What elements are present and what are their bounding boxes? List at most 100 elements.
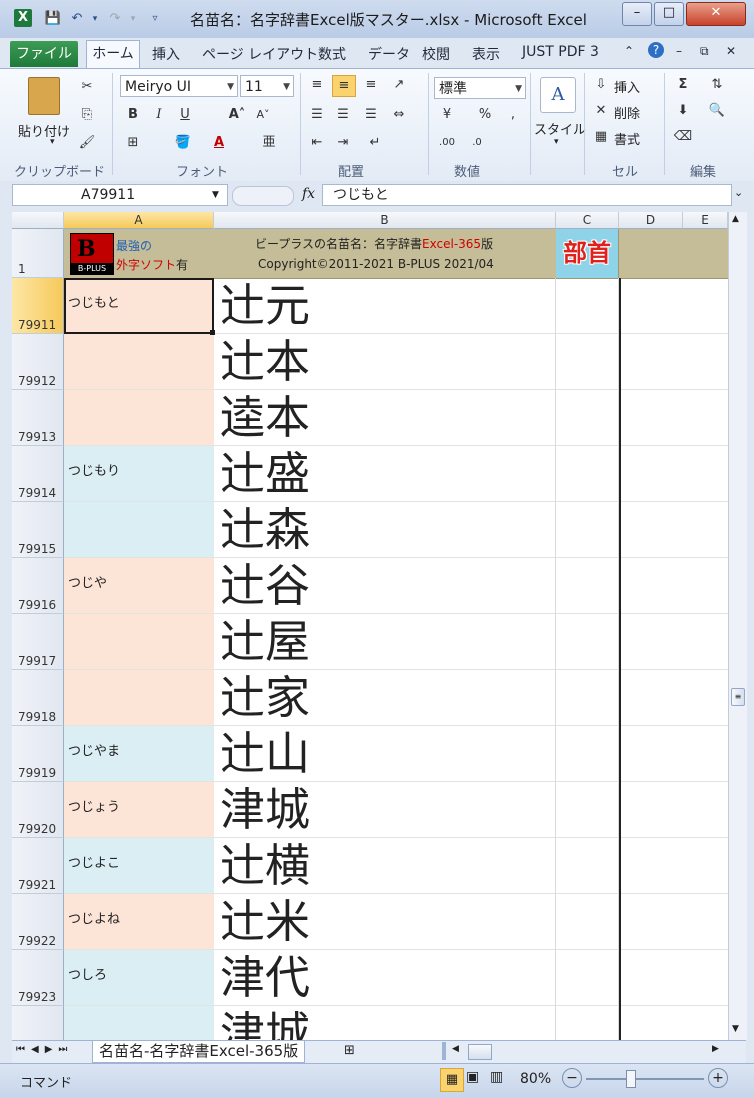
radical-cell[interactable] [556, 782, 619, 838]
kanji-cell[interactable]: 逵本 [214, 390, 556, 446]
clear-icon[interactable]: ⌫ [672, 127, 694, 147]
font-name-combo[interactable]: Meiryo UI ▼ [120, 75, 238, 97]
style-gallery-icon[interactable]: A [540, 77, 576, 113]
bushu-button[interactable]: 部首 [556, 229, 619, 278]
format-painter-icon[interactable]: 🖌 [76, 133, 98, 153]
window-minimize-icon[interactable]: – [676, 44, 682, 58]
empty-cell[interactable] [621, 558, 728, 614]
increase-indent-icon[interactable]: ⇥ [332, 133, 354, 153]
row-header[interactable]: 1 [12, 229, 64, 278]
scroll-left-icon[interactable]: ◀ [452, 1044, 459, 1054]
undo-icon[interactable]: ↶ [68, 10, 86, 28]
tab-review[interactable]: 校閲 [422, 44, 450, 64]
reading-cell[interactable] [64, 614, 214, 670]
comma-style-icon[interactable]: , [502, 105, 524, 125]
reading-cell[interactable] [64, 1006, 214, 1040]
kanji-cell[interactable]: 辻家 [214, 670, 556, 726]
italic-icon[interactable]: I [148, 105, 170, 125]
vertical-scrollbar[interactable]: ▲ ≡ ▼ [728, 212, 747, 1040]
row-header[interactable]: 79923 [12, 950, 64, 1006]
row-header[interactable]: 79921 [12, 838, 64, 894]
tab-formulas[interactable]: 数式 [318, 44, 346, 64]
bold-icon[interactable]: B [122, 105, 144, 125]
decrease-indent-icon[interactable]: ⇤ [306, 133, 328, 153]
fill-handle[interactable] [210, 330, 215, 335]
kanji-cell[interactable]: 津城 [214, 1006, 556, 1040]
empty-cell[interactable] [621, 950, 728, 1006]
row-header[interactable]: 79919 [12, 726, 64, 782]
underline-icon[interactable]: U [174, 105, 196, 125]
radical-cell[interactable] [556, 502, 619, 558]
row-header[interactable]: 79917 [12, 614, 64, 670]
empty-cell[interactable] [621, 838, 728, 894]
fill-color-icon[interactable]: 🪣 [172, 133, 194, 153]
fill-icon[interactable]: ⬇ [672, 101, 694, 121]
page-layout-view-icon[interactable]: ▣ [466, 1069, 479, 1085]
scroll-right-icon[interactable]: ▶ [712, 1044, 719, 1054]
column-header-e[interactable]: E [683, 212, 728, 229]
zoom-level[interactable]: 80% [520, 1071, 551, 1087]
orientation-icon[interactable]: ↗ [388, 75, 410, 95]
expand-formula-bar-icon[interactable]: ⌄ [734, 186, 743, 199]
increase-decimal-icon[interactable]: .00 [436, 133, 458, 153]
align-left-icon[interactable]: ☰ [306, 105, 328, 125]
column-header-b[interactable]: B [214, 212, 556, 229]
kanji-cell[interactable]: 辻盛 [214, 446, 556, 502]
tab-view[interactable]: 表示 [472, 44, 500, 64]
empty-cell[interactable] [621, 614, 728, 670]
empty-cell[interactable] [621, 502, 728, 558]
scroll-up-icon[interactable]: ▲ [732, 214, 739, 224]
row-header[interactable]: 79914 [12, 446, 64, 502]
customize-quick-access-icon[interactable]: ▿ [146, 10, 164, 28]
number-format-combo[interactable]: 標準 ▼ [434, 77, 526, 99]
formula-bar-splitter[interactable] [232, 186, 294, 206]
reading-cell[interactable] [64, 390, 214, 446]
radical-cell[interactable] [556, 558, 619, 614]
zoom-slider[interactable] [586, 1078, 704, 1080]
reading-cell[interactable]: つじやま [64, 726, 214, 782]
column-header-c[interactable]: C [556, 212, 619, 229]
paste-icon[interactable] [28, 77, 60, 115]
align-right-icon[interactable]: ☰ [360, 105, 382, 125]
reading-cell[interactable]: つじもり [64, 446, 214, 502]
hscroll-thumb[interactable] [468, 1044, 492, 1060]
row-header[interactable]: 79920 [12, 782, 64, 838]
style-button[interactable]: スタイル [534, 119, 586, 138]
empty-cell[interactable] [621, 334, 728, 390]
close-button[interactable]: ✕ [686, 2, 746, 26]
redo-dropdown-icon[interactable]: ▾ [124, 10, 142, 28]
radical-cell[interactable] [556, 1006, 619, 1040]
currency-icon[interactable]: ¥ [436, 105, 458, 125]
align-center-icon[interactable]: ☰ [332, 105, 354, 125]
style-dropdown-icon[interactable]: ▾ [554, 137, 559, 147]
paste-button[interactable]: 貼り付け [18, 121, 70, 140]
empty-cell[interactable] [621, 782, 728, 838]
row-header[interactable]: 79915 [12, 502, 64, 558]
name-box[interactable]: A79911 [12, 184, 228, 206]
autosum-icon[interactable]: Σ [672, 75, 694, 95]
insert-function-icon[interactable]: fx [302, 186, 315, 202]
kanji-cell[interactable]: 辻森 [214, 502, 556, 558]
tab-file[interactable]: ファイル [10, 41, 78, 67]
insert-cells-button[interactable]: 挿入 [614, 77, 640, 96]
collapse-ribbon-icon[interactable]: ⌃ [624, 44, 634, 58]
font-color-icon[interactable]: A [208, 133, 230, 153]
copy-icon[interactable]: ⎘ [76, 105, 98, 125]
format-cells-button[interactable]: 書式 [614, 129, 640, 148]
kanji-cell[interactable]: 辻本 [214, 334, 556, 390]
excel-app-icon[interactable]: X [14, 9, 32, 27]
kanji-cell[interactable]: 辻横 [214, 838, 556, 894]
window-restore-icon[interactable]: ⧉ [700, 44, 709, 59]
insert-cells-icon[interactable]: ⇩ [590, 75, 612, 95]
tab-data[interactable]: データ [368, 44, 410, 64]
tab-home[interactable]: ホーム [86, 40, 140, 68]
find-select-icon[interactable]: 🔍 [706, 101, 728, 121]
radical-cell[interactable] [556, 838, 619, 894]
reading-cell[interactable]: つしろ [64, 950, 214, 1006]
row-header[interactable]: 79912 [12, 334, 64, 390]
tab-just-pdf[interactable]: JUST PDF 3 [522, 44, 599, 60]
delete-cells-button[interactable]: 削除 [614, 103, 640, 122]
new-sheet-icon[interactable]: ⊞ [344, 1043, 355, 1058]
empty-cell[interactable] [621, 670, 728, 726]
redo-icon[interactable]: ↷ [106, 10, 124, 28]
